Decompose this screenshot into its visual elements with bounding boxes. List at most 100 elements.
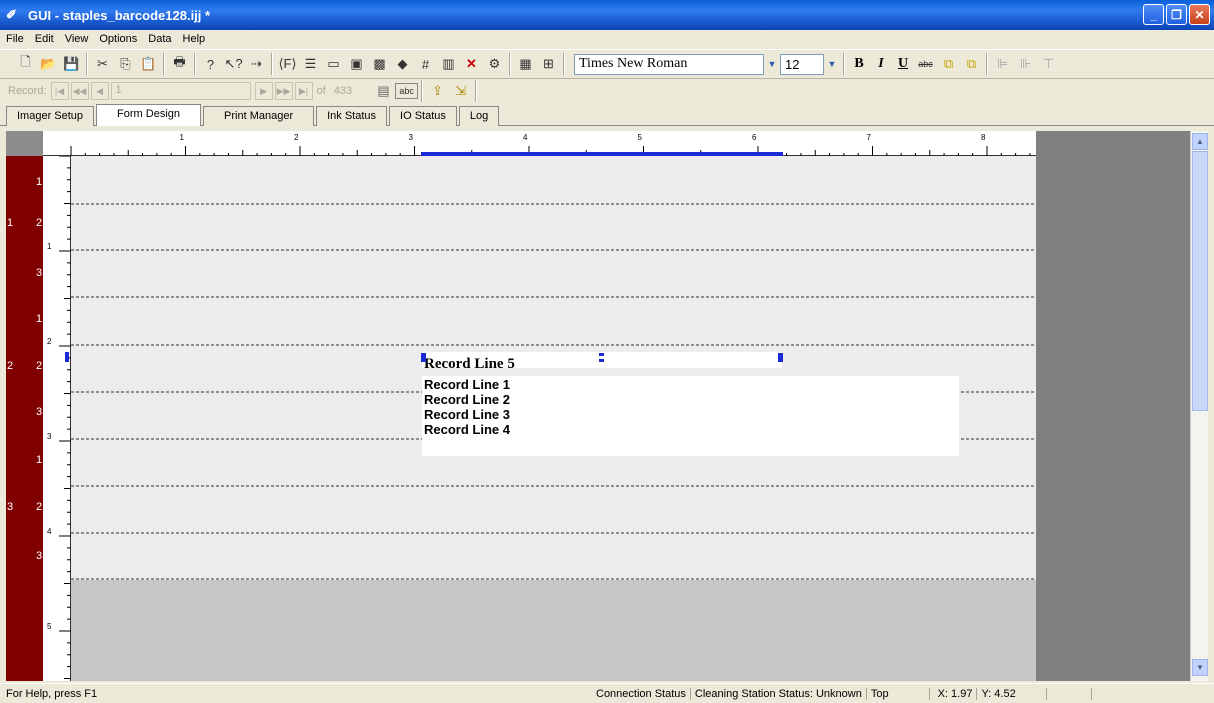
line-number-gutter: 1 1 2 3 1 2 2 3 1 3 2 3: [6, 156, 43, 681]
ruler-label: 8: [981, 133, 986, 142]
logo-icon[interactable]: ◆: [391, 53, 414, 75]
print-icon[interactable]: 🖶: [168, 53, 191, 75]
tab-form-design[interactable]: Form Design: [96, 104, 202, 126]
tab-ink-status[interactable]: Ink Status: [316, 106, 388, 126]
ruler-label: 2: [47, 337, 52, 346]
wizard-icon[interactable]: ⇢: [245, 53, 268, 75]
next-page-icon[interactable]: ▶▶: [274, 82, 293, 100]
y-coordinate: Y: 4.52: [977, 687, 1047, 700]
import-icon[interactable]: ⇪: [426, 80, 449, 102]
window-title: GUI - staples_barcode128.ijj *: [28, 7, 211, 23]
align-center-icon[interactable]: ⊪: [1014, 53, 1037, 75]
copy-icon[interactable]: ⎘: [114, 53, 137, 75]
save-icon[interactable]: 💾: [60, 53, 83, 75]
line-number-label: 2: [7, 360, 13, 372]
prev-page-icon[interactable]: ◀◀: [70, 82, 89, 100]
line-number-label: 3: [36, 267, 42, 279]
x-coordinate: X: 1.97: [930, 687, 978, 700]
open-file-icon[interactable]: 📂: [37, 53, 60, 75]
record-number-field[interactable]: 1: [110, 82, 251, 100]
ruler-label: 5: [638, 133, 643, 142]
chevron-down-icon[interactable]: ▼: [824, 54, 840, 75]
menu-edit[interactable]: Edit: [35, 33, 54, 45]
status-empty-cell: [1047, 687, 1092, 700]
delete-icon[interactable]: ✕: [460, 53, 483, 75]
properties-icon[interactable]: ⚙: [483, 53, 506, 75]
font-name-select[interactable]: Times New Roman: [574, 53, 764, 75]
menu-file[interactable]: File: [6, 33, 24, 45]
tab-log[interactable]: Log: [458, 106, 500, 126]
menu-options[interactable]: Options: [99, 33, 137, 45]
send-back-icon[interactable]: ⧉: [960, 53, 983, 75]
title-bar: ✐ GUI - staples_barcode128.ijj * _ ❐ ✕: [0, 0, 1214, 30]
new-file-icon[interactable]: 🗋: [14, 53, 37, 75]
form-canvas[interactable]: [71, 156, 1036, 580]
align-top-icon[interactable]: ⊤: [1037, 53, 1060, 75]
horizontal-ruler: 1 2 3 4 5 6 7 8: [43, 131, 1036, 156]
print-line-guides: [71, 203, 1036, 580]
next-record-icon[interactable]: ▶: [254, 82, 273, 100]
box-icon[interactable]: ▣: [345, 53, 368, 75]
bring-front-icon[interactable]: ⧉: [937, 53, 960, 75]
underline-button[interactable]: U: [892, 56, 914, 72]
line-number-label: 1: [36, 454, 42, 466]
align-left-icon[interactable]: ⊫: [991, 53, 1014, 75]
maximize-button[interactable]: ❐: [1166, 4, 1187, 25]
table-icon[interactable]: ⊞: [537, 53, 560, 75]
menu-view[interactable]: View: [65, 33, 89, 45]
main-toolbar: 🗋 📂 💾 ✂ ⎘ 📋 🖶 ? ↖? ⇢ ⟨F⟩ ☰ ▭ ▣ ▩ ◆ # ▥ ✕…: [0, 49, 1214, 79]
text-abc-icon[interactable]: abc: [395, 83, 419, 99]
line-icon[interactable]: ▭: [322, 53, 345, 75]
counter-icon[interactable]: #: [414, 53, 437, 75]
selection-handle[interactable]: [421, 353, 426, 362]
preview-icon[interactable]: ▤: [372, 80, 395, 102]
ruler-label: 7: [867, 133, 872, 142]
last-record-icon[interactable]: ▶|: [294, 82, 313, 100]
non-printable-area: [71, 580, 1036, 681]
tab-imager-setup[interactable]: Imager Setup: [6, 106, 95, 126]
tab-print-manager[interactable]: Print Manager: [203, 106, 315, 126]
selection-handle[interactable]: [778, 353, 783, 362]
first-record-icon[interactable]: |◀: [50, 82, 69, 100]
scroll-down-icon[interactable]: ▼: [1192, 659, 1208, 676]
grid-icon[interactable]: ▦: [514, 53, 537, 75]
bold-button[interactable]: B: [848, 56, 870, 72]
ruler-label: 4: [523, 133, 528, 142]
scroll-thumb[interactable]: [1192, 151, 1208, 411]
record-total: 433: [333, 85, 353, 97]
barcode-icon[interactable]: ▥: [437, 53, 460, 75]
minimize-button[interactable]: _: [1143, 4, 1164, 25]
export-icon[interactable]: ⇲: [449, 80, 472, 102]
menu-help[interactable]: Help: [183, 33, 206, 45]
image-icon[interactable]: ▩: [368, 53, 391, 75]
italic-button[interactable]: I: [870, 56, 892, 72]
selection-handle[interactable]: [599, 353, 604, 356]
chevron-down-icon[interactable]: ▼: [764, 54, 780, 75]
vertical-scrollbar[interactable]: ▲ ▼: [1190, 131, 1208, 681]
context-help-icon[interactable]: ↖?: [222, 53, 245, 75]
ruler-label: 6: [752, 133, 757, 142]
record-line-3: Record Line 3: [424, 407, 510, 422]
scroll-up-icon[interactable]: ▲: [1192, 133, 1208, 150]
prev-record-icon[interactable]: ◀: [90, 82, 109, 100]
ruler-label: 3: [47, 432, 52, 441]
selection-handle[interactable]: [599, 359, 604, 362]
help-icon[interactable]: ?: [199, 53, 222, 75]
line-number-label: 2: [36, 217, 42, 229]
close-button[interactable]: ✕: [1189, 4, 1210, 25]
cut-icon[interactable]: ✂: [91, 53, 114, 75]
menu-data[interactable]: Data: [148, 33, 171, 45]
position-status: Top: [867, 687, 930, 700]
line-number-label: 2: [36, 360, 42, 372]
vertical-ruler-ticks: 1 2 3 4 5: [47, 155, 71, 679]
strikethrough-icon[interactable]: abc: [914, 53, 937, 75]
record-line-5-text: Record Line 5: [424, 356, 515, 368]
text-block-icon[interactable]: ☰: [299, 53, 322, 75]
field-icon[interactable]: ⟨F⟩: [276, 53, 299, 75]
line-number-label: 3: [7, 501, 13, 513]
paste-icon[interactable]: 📋: [137, 53, 160, 75]
tab-io-status[interactable]: IO Status: [389, 106, 457, 126]
menu-bar: File Edit View Options Data Help: [0, 30, 1214, 48]
font-size-select[interactable]: 12: [780, 53, 824, 75]
line-number-label: 3: [36, 406, 42, 418]
